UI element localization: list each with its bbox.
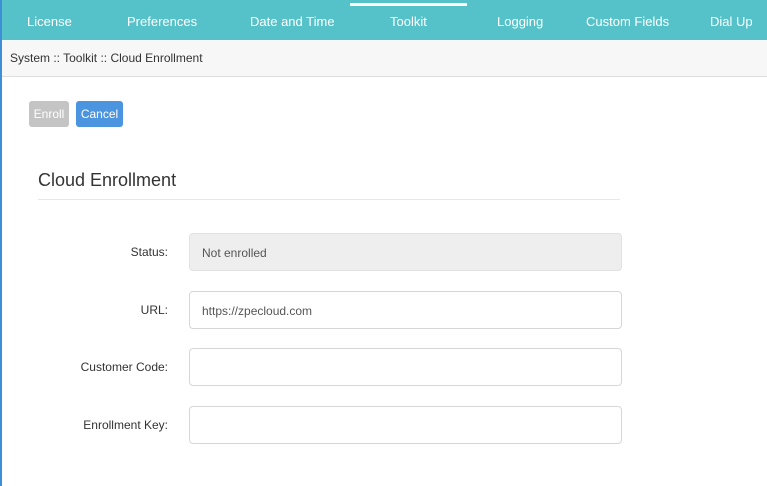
tab-toolkit[interactable]: Toolkit — [350, 0, 467, 40]
section-title: Cloud Enrollment — [38, 170, 177, 190]
tab-dial-up[interactable]: Dial Up — [710, 0, 753, 40]
status-label: Status: — [130, 245, 168, 259]
section-divider — [38, 199, 620, 200]
tab-custom-fields[interactable]: Custom Fields — [586, 0, 669, 40]
enrollment-key-input[interactable] — [189, 406, 622, 444]
enrollment-key-label: Enrollment Key: — [83, 418, 168, 432]
top-nav: License Preferences Date and Time Toolki… — [0, 0, 767, 40]
status-field: Not enrolled — [189, 233, 622, 271]
breadcrumb-bar: System :: Toolkit :: Cloud Enrollment — [2, 40, 767, 77]
tab-license[interactable]: License — [27, 0, 72, 40]
tab-date-and-time[interactable]: Date and Time — [250, 0, 335, 40]
customer-code-input[interactable] — [189, 348, 622, 386]
breadcrumb: System :: Toolkit :: Cloud Enrollment — [10, 51, 203, 65]
cancel-button[interactable]: Cancel — [76, 101, 123, 127]
customer-code-label: Customer Code: — [80, 360, 168, 374]
url-input[interactable]: https://zpecloud.com — [189, 291, 622, 329]
tab-preferences[interactable]: Preferences — [127, 0, 197, 40]
enroll-button[interactable]: Enroll — [29, 101, 69, 127]
tab-logging[interactable]: Logging — [497, 0, 543, 40]
url-label: URL: — [140, 303, 168, 317]
